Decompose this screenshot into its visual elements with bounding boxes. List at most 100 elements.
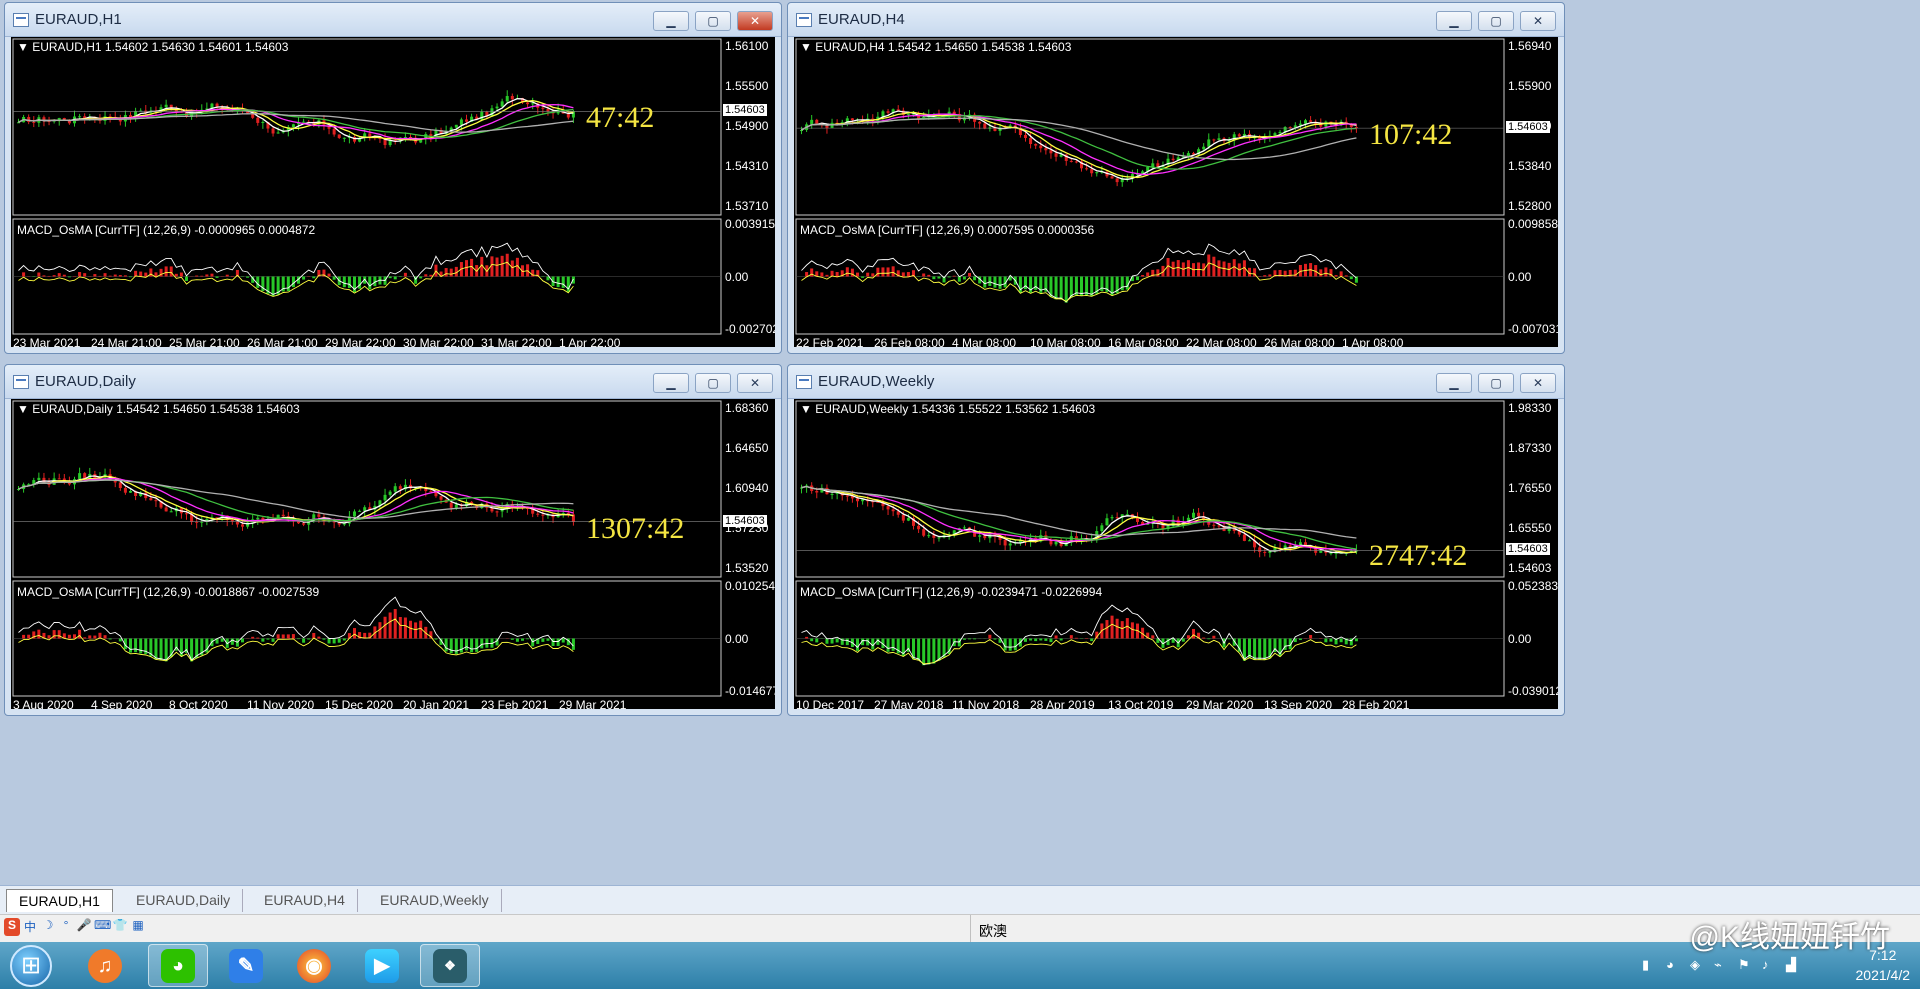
macd-bar: [1115, 618, 1119, 639]
tab-euraud-h4[interactable]: EURAUD,H4: [252, 889, 358, 912]
wechat-tray-icon[interactable]: ◕: [1666, 957, 1682, 973]
candle-body: [261, 121, 265, 123]
taskbar-app-mt4[interactable]: ❖: [420, 944, 480, 987]
macd-tick-label: 0.0523835: [1508, 579, 1558, 593]
flag-icon[interactable]: ⚑: [1738, 957, 1754, 973]
candle-body: [32, 121, 36, 123]
window-titlebar[interactable]: EURAUD,Weekly ▁ ▢ ✕: [788, 365, 1564, 399]
price-tick-label: 1.87330: [1508, 441, 1552, 455]
close-button[interactable]: ✕: [1520, 11, 1556, 31]
macd-bar: [1176, 260, 1180, 277]
chart-area[interactable]: ▼ EURAUD,H1 1.54602 1.54630 1.54601 1.54…: [11, 37, 775, 347]
tab-euraud-daily[interactable]: EURAUD,Daily: [124, 889, 244, 912]
macd-bar: [937, 276, 941, 279]
macd-bar: [342, 276, 346, 288]
macd-bar: [205, 274, 209, 277]
minimize-button[interactable]: ▁: [1436, 373, 1472, 393]
macd-bar: [1059, 276, 1063, 300]
tab-euraud-h1[interactable]: EURAUD,H1: [6, 889, 113, 912]
ime-skin-icon[interactable]: 👕: [112, 918, 128, 936]
ime-punct-icon[interactable]: ☽: [40, 918, 56, 936]
macd-bar: [515, 638, 519, 642]
chart-window-h4[interactable]: EURAUD,H4 ▁ ▢ ✕ ▼ EURAUD,H4 1.54542 1.54…: [787, 2, 1565, 354]
macd-bar: [825, 638, 829, 644]
candle-body: [1202, 146, 1206, 150]
candle-body: [891, 509, 895, 512]
window-titlebar[interactable]: EURAUD,Daily ▁ ▢ ✕: [5, 365, 781, 399]
macd-bar: [937, 638, 941, 661]
chart-area[interactable]: ▼ EURAUD,H4 1.54542 1.54650 1.54538 1.54…: [794, 37, 1558, 347]
macd-bar: [67, 276, 71, 278]
macd-bar: [1309, 634, 1313, 639]
taskbar-app-music[interactable]: ♫: [75, 944, 135, 987]
bar-countdown-timer: 1307:42: [586, 511, 685, 545]
macd-bar: [108, 638, 112, 640]
usb-icon[interactable]: ▮: [1642, 957, 1658, 973]
current-price-tag: 1.54603: [723, 104, 767, 117]
candle-body: [230, 520, 234, 522]
ime-width-icon[interactable]: °: [58, 918, 74, 936]
close-button[interactable]: ✕: [737, 373, 773, 393]
minimize-button[interactable]: ▁: [653, 11, 689, 31]
tab-euraud-weekly[interactable]: EURAUD,Weekly: [368, 889, 502, 912]
current-price-tag: 1.54603: [1506, 543, 1550, 556]
time-axis-label: 29 Mar 22:00: [325, 336, 396, 347]
ime-keyboard-icon[interactable]: ⌨: [94, 918, 111, 936]
macd-bar: [932, 638, 936, 664]
chart-tab-bar: EURAUD,H1 EURAUD,Daily EURAUD,H4 EURAUD,…: [0, 885, 1920, 914]
macd-bar: [88, 635, 92, 639]
shield-icon[interactable]: ◈: [1690, 957, 1706, 973]
macd-bar: [1253, 638, 1257, 660]
minimize-button[interactable]: ▁: [1436, 11, 1472, 31]
macd-bar: [1298, 638, 1302, 641]
candle-body: [1049, 150, 1053, 154]
macd-bar: [307, 638, 311, 640]
window-title: EURAUD,H1: [35, 11, 122, 28]
window-titlebar[interactable]: EURAUD,H4 ▁ ▢ ✕: [788, 3, 1564, 37]
maximize-button[interactable]: ▢: [695, 373, 731, 393]
taskbar-app-wechat[interactable]: ◕: [148, 944, 208, 987]
chart-window-weekly[interactable]: EURAUD,Weekly ▁ ▢ ✕ ▼ EURAUD,Weekly 1.54…: [787, 364, 1565, 716]
candle-body: [1329, 552, 1333, 554]
ime-toolbox-icon[interactable]: ▦: [130, 918, 146, 936]
candle-body: [1110, 517, 1114, 519]
chart-window-h1[interactable]: EURAUD,H1 ▁ ▢ ✕ ▼ EURAUD,H1 1.54602 1.54…: [4, 2, 782, 354]
maximize-button[interactable]: ▢: [695, 11, 731, 31]
macd-bar: [52, 275, 56, 277]
macd-bar: [459, 638, 463, 653]
macd-header: MACD_OsMA [CurrTF] (12,26,9) -0.0000965 …: [17, 223, 316, 237]
taskbar-app-player[interactable]: ▶: [352, 944, 412, 987]
window-titlebar[interactable]: EURAUD,H1 ▁ ▢ ✕: [5, 3, 781, 37]
macd-bar: [561, 276, 565, 288]
start-button[interactable]: [10, 945, 52, 987]
maximize-button[interactable]: ▢: [1478, 373, 1514, 393]
macd-bar: [37, 629, 41, 639]
maximize-button[interactable]: ▢: [1478, 11, 1514, 31]
ime-voice-icon[interactable]: 🎤: [76, 918, 92, 936]
candle-body: [465, 119, 468, 122]
network-icon[interactable]: ⌁: [1714, 957, 1730, 973]
taskbar-app-firefox[interactable]: ◉: [284, 944, 344, 987]
close-button[interactable]: ✕: [1520, 373, 1556, 393]
time-axis-label: 29 Mar 2020: [1186, 698, 1254, 709]
macd-bar: [968, 638, 971, 640]
current-price-tag: 1.54603: [723, 514, 767, 527]
ime-mode-icon[interactable]: 中: [22, 918, 38, 936]
chart-area[interactable]: ▼ EURAUD,Weekly 1.54336 1.55522 1.53562 …: [794, 399, 1558, 709]
ma-white-line: [18, 475, 574, 525]
macd-bar: [835, 271, 839, 277]
macd-bar: [901, 272, 905, 277]
candle-body: [1024, 134, 1027, 138]
time-axis-label: 30 Mar 22:00: [403, 336, 474, 347]
minimize-button[interactable]: ▁: [653, 373, 689, 393]
chart-window-daily[interactable]: EURAUD,Daily ▁ ▢ ✕ ▼ EURAUD,Daily 1.5454…: [4, 364, 782, 716]
macd-bar: [393, 609, 397, 639]
close-button[interactable]: ✕: [737, 11, 773, 31]
volume-icon[interactable]: ♪: [1762, 957, 1778, 973]
symbol-ohlc-header: ▼ EURAUD,H4 1.54542 1.54650 1.54538 1.54…: [800, 40, 1072, 54]
taskbar-app-notes[interactable]: ✎: [216, 944, 276, 987]
chart-area[interactable]: ▼ EURAUD,Daily 1.54542 1.54650 1.54538 1…: [11, 399, 775, 709]
macd-main-line: [18, 596, 574, 661]
signal-icon[interactable]: ▟: [1786, 957, 1802, 973]
sogou-ime-icon[interactable]: S: [4, 918, 20, 936]
